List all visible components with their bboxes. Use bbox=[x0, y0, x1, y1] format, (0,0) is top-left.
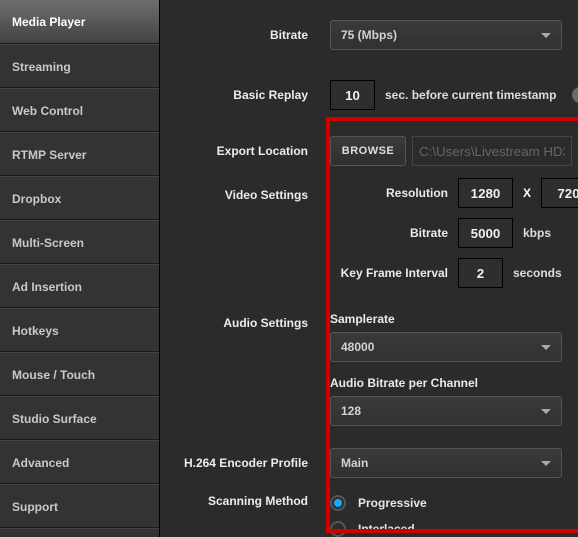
resolution-width-input[interactable] bbox=[458, 178, 513, 208]
samplerate-select[interactable]: 48000 bbox=[330, 332, 562, 362]
chevron-down-icon bbox=[541, 33, 551, 38]
resolution-x: X bbox=[523, 186, 531, 200]
sidebar-item-dropbox[interactable]: Dropbox bbox=[0, 176, 159, 220]
info-icon[interactable]: i bbox=[572, 87, 578, 103]
bitrate-select[interactable]: 75 (Mbps) bbox=[330, 20, 562, 50]
settings-sidebar: Media Player Streaming Web Control RTMP … bbox=[0, 0, 160, 537]
resolution-height-input[interactable] bbox=[541, 178, 578, 208]
sidebar-item-rtmp-server[interactable]: RTMP Server bbox=[0, 132, 159, 176]
audio-settings-label: Audio Settings bbox=[160, 316, 330, 330]
export-location-label: Export Location bbox=[160, 144, 330, 158]
sidebar-item-web-control[interactable]: Web Control bbox=[0, 88, 159, 132]
scanning-interlaced-label: Interlaced bbox=[358, 522, 415, 536]
sidebar-item-support[interactable]: Support bbox=[0, 484, 159, 528]
sidebar-item-multi-screen[interactable]: Multi-Screen bbox=[0, 220, 159, 264]
chevron-down-icon bbox=[541, 409, 551, 414]
browse-button[interactable]: BROWSE bbox=[330, 136, 406, 166]
sidebar-item-about[interactable]: About bbox=[0, 528, 159, 537]
encoder-profile-select[interactable]: Main bbox=[330, 448, 562, 478]
settings-content: Bitrate 75 (Mbps) Basic Replay sec. befo… bbox=[160, 0, 578, 537]
bitrate-value: 75 (Mbps) bbox=[341, 28, 397, 42]
video-settings-label: Video Settings bbox=[160, 188, 330, 202]
kfi-label: Key Frame Interval bbox=[330, 266, 448, 280]
sidebar-item-advanced[interactable]: Advanced bbox=[0, 440, 159, 484]
sidebar-item-ad-insertion[interactable]: Ad Insertion bbox=[0, 264, 159, 308]
settings-window: Media Player Streaming Web Control RTMP … bbox=[0, 0, 578, 537]
chevron-down-icon bbox=[541, 461, 551, 466]
basic-replay-label: Basic Replay bbox=[160, 88, 330, 102]
samplerate-value: 48000 bbox=[341, 340, 374, 354]
audio-bitrate-channel-label: Audio Bitrate per Channel bbox=[330, 376, 578, 390]
radio-dot-icon bbox=[334, 499, 342, 507]
bitrate-label: Bitrate bbox=[160, 28, 330, 42]
sidebar-item-studio-surface[interactable]: Studio Surface bbox=[0, 396, 159, 440]
video-bitrate-label: Bitrate bbox=[330, 226, 448, 240]
scanning-progressive-radio[interactable] bbox=[330, 495, 346, 511]
basic-replay-after-label: sec. before current timestamp bbox=[385, 88, 556, 102]
kfi-unit: seconds bbox=[513, 266, 562, 280]
sidebar-item-streaming[interactable]: Streaming bbox=[0, 44, 159, 88]
export-path-input[interactable] bbox=[412, 136, 572, 166]
basic-replay-input[interactable] bbox=[330, 80, 375, 110]
sidebar-item-hotkeys[interactable]: Hotkeys bbox=[0, 308, 159, 352]
chevron-down-icon bbox=[541, 345, 551, 350]
resolution-label: Resolution bbox=[330, 186, 448, 200]
encoder-profile-label: H.264 Encoder Profile bbox=[160, 456, 330, 470]
video-bitrate-unit: kbps bbox=[523, 226, 551, 240]
sidebar-item-mouse-touch[interactable]: Mouse / Touch bbox=[0, 352, 159, 396]
audio-bitrate-value: 128 bbox=[341, 404, 361, 418]
scanning-progressive-label: Progressive bbox=[358, 496, 427, 510]
scanning-interlaced-radio[interactable] bbox=[330, 521, 346, 537]
video-bitrate-input[interactable] bbox=[458, 218, 513, 248]
samplerate-label: Samplerate bbox=[330, 312, 578, 326]
kfi-input[interactable] bbox=[458, 258, 503, 288]
audio-bitrate-select[interactable]: 128 bbox=[330, 396, 562, 426]
scanning-method-label: Scanning Method bbox=[160, 494, 330, 508]
sidebar-item-media-player[interactable]: Media Player bbox=[0, 0, 159, 44]
encoder-profile-value: Main bbox=[341, 456, 368, 470]
